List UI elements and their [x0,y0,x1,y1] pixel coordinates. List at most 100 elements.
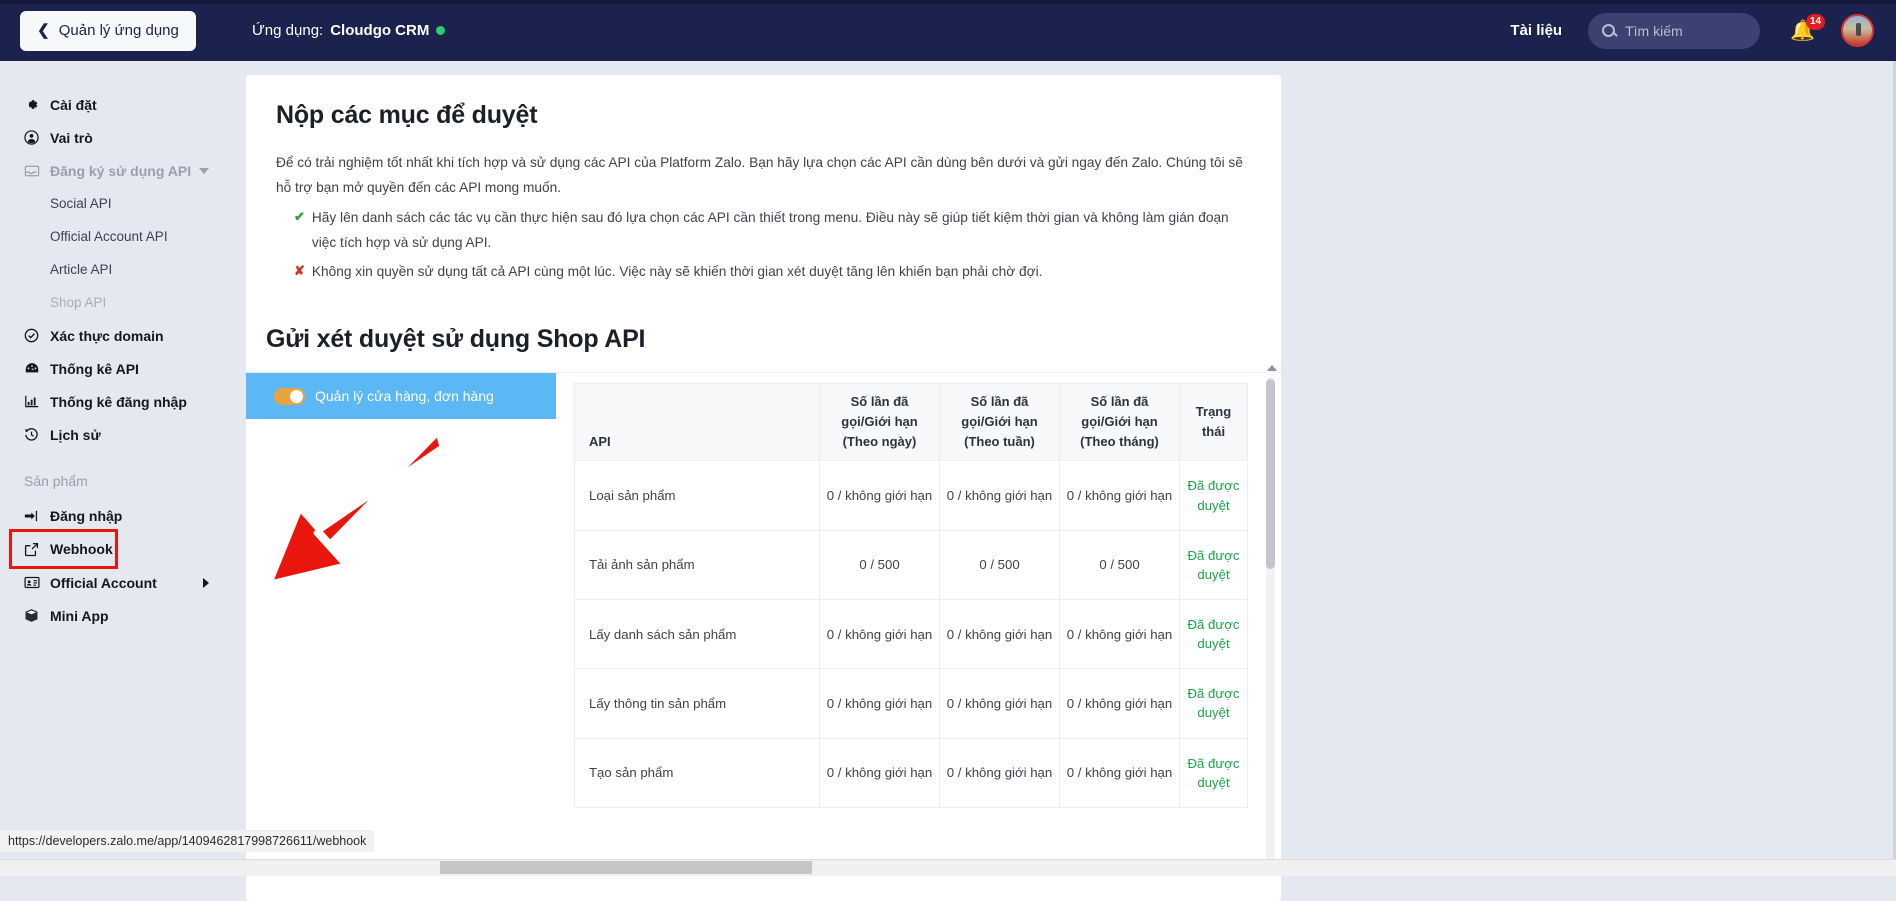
cell-weekly: 0 / 500 [940,530,1060,599]
top-bar: ❮ Quản lý ứng dụng Ứng dụng: Cloudgo CRM… [0,0,1896,61]
app-name: Cloudgo CRM [330,22,429,39]
horizontal-scrollbar-thumb[interactable] [440,861,812,874]
cell-weekly: 0 / không giới hạn [940,669,1060,738]
sidebar-section-label: Sản phẩm [0,473,245,489]
sidebar-item-domain-verification[interactable]: Xác thực domain [0,319,245,352]
sidebar-item-label: Official Account [50,575,157,591]
column-header-daily-limit: Số lần đã gọi/Giới hạn (Theo ngày) [820,384,940,461]
app-status-dot-icon [436,26,445,35]
cell-monthly: 0 / 500 [1060,530,1180,599]
cell-api-name: Loại sản phẩm [575,461,820,530]
cell-weekly: 0 / không giới hạn [940,461,1060,530]
column-header-status: Trạng thái [1180,384,1248,461]
sidebar-item-login-statistics[interactable]: Thống kê đăng nhập [0,385,245,418]
cell-monthly: 0 / không giới hạn [1060,599,1180,668]
status-badge: Đã được duyệt [1180,461,1248,530]
cell-api-name: Tải ảnh sản phẩm [575,530,820,599]
column-header-api-line1: API [589,432,813,452]
tip-negative: ✘ Không xin quyền sử dụng tất cả API cùn… [276,259,1251,284]
submit-for-review-card: Nộp các mục để duyệt Để có trải nghiệm t… [246,75,1281,309]
column-header-daily-line3: (Theo ngày) [826,432,933,452]
sidebar-item-api-registration[interactable]: Đăng ký sử dụng API [0,154,245,187]
api-table-container: API Số lần đã gọi/Giới hạn (Theo ngày) S… [556,373,1281,882]
sidebar-item-label: Đăng nhập [50,508,122,524]
cell-monthly: 0 / không giới hạn [1060,461,1180,530]
scope-item-store-order-management[interactable]: Quản lý cửa hàng, đơn hàng [246,373,556,419]
scope-list: Quản lý cửa hàng, đơn hàng [246,373,556,882]
notifications-button[interactable]: 🔔 14 [1790,21,1815,41]
horizontal-scrollbar-track[interactable] [0,859,1896,876]
sidebar-item-label: Mini App [50,608,109,624]
sidebar-item-social-api[interactable]: Social API [0,187,245,220]
main-content: Nộp các mục để duyệt Để có trải nghiệm t… [245,61,1896,876]
cell-daily: 0 / không giới hạn [820,599,940,668]
cross-mark-icon: ✘ [294,259,305,284]
app-title: Ứng dụng: Cloudgo CRM [252,22,445,39]
cell-api-name: Lấy thông tin sản phẩm [575,669,820,738]
table-row: Tạo sản phẩm 0 / không giới hạn 0 / khôn… [575,738,1248,807]
chevron-down-icon[interactable] [199,168,209,174]
scope-item-label: Quản lý cửa hàng, đơn hàng [315,388,494,404]
cell-daily: 0 / 500 [820,530,940,599]
sidebar-item-article-api[interactable]: Article API [0,253,245,286]
documentation-link[interactable]: Tài liệu [1510,22,1562,39]
chevron-right-icon[interactable] [203,578,209,588]
external-link-icon [24,542,50,557]
sidebar-item-label: Thống kê API [50,361,139,377]
tip-positive-text: Hãy lên danh sách các tác vụ cần thực hi… [312,205,1251,256]
gear-icon [24,97,50,112]
tip-positive: ✔ Hãy lên danh sách các tác vụ cần thực … [276,205,1251,256]
intro-paragraph: Để có trải nghiệm tốt nhất khi tích hợp … [276,150,1251,201]
tip-negative-text: Không xin quyền sử dụng tất cả API cùng … [312,259,1043,284]
cell-weekly: 0 / không giới hạn [940,599,1060,668]
sidebar-item-settings[interactable]: Cài đặt [0,88,245,121]
section-title: Gửi xét duyệt sử dụng Shop API [266,325,1281,354]
table-header-row: API Số lần đã gọi/Giới hạn (Theo ngày) S… [575,384,1248,461]
table-row: Lấy danh sách sản phẩm 0 / không giới hạ… [575,599,1248,668]
column-header-daily-line2: gọi/Giới hạn [826,412,933,432]
cell-api-name: Lấy danh sách sản phẩm [575,599,820,668]
sidebar-item-shop-api[interactable]: Shop API [0,286,245,319]
status-badge: Đã được duyệt [1180,738,1248,807]
page-title: Nộp các mục để duyệt [276,101,1251,130]
cell-daily: 0 / không giới hạn [820,461,940,530]
sidebar-item-official-account[interactable]: Official Account [0,566,245,599]
scroll-up-arrow-icon[interactable] [1267,365,1277,371]
sidebar-item-api-statistics[interactable]: Thống kê API [0,352,245,385]
sidebar-item-history[interactable]: Lịch sử [0,418,245,451]
login-icon [24,509,50,523]
sidebar-subitem-label: Official Account API [50,229,168,244]
sidebar-item-mini-app[interactable]: Mini App [0,599,245,632]
history-icon [24,427,50,442]
sidebar-item-official-account-api[interactable]: Official Account API [0,220,245,253]
back-to-app-management-button[interactable]: ❮ Quản lý ứng dụng [20,11,196,51]
search-icon [1602,24,1615,37]
user-circle-icon [24,130,50,145]
api-limits-table: API Số lần đã gọi/Giới hạn (Theo ngày) S… [574,383,1248,808]
sidebar: Cài đặt Vai trò Đăng ký sử dụng API Soci… [0,61,245,876]
check-circle-icon [24,328,50,343]
toggle-switch[interactable] [274,388,305,405]
column-header-monthly-line1: Số lần đã [1066,392,1173,412]
sidebar-item-label: Thống kê đăng nhập [50,394,187,410]
notification-count-badge: 14 [1806,14,1825,30]
shop-api-review-card: Gửi xét duyệt sử dụng Shop API Quản lý c… [246,301,1281,901]
column-header-weekly-line3: (Theo tuần) [946,432,1053,452]
sidebar-item-roles[interactable]: Vai trò [0,121,245,154]
status-badge: Đã được duyệt [1180,599,1248,668]
top-bar-right: Tài liệu Tìm kiếm 🔔 14 [1510,13,1896,49]
cell-api-name: Tạo sản phẩm [575,738,820,807]
table-scrollbar-thumb[interactable] [1266,379,1275,569]
sidebar-item-webhook[interactable]: Webhook [12,532,115,566]
table-row: Lấy thông tin sản phẩm 0 / không giới hạ… [575,669,1248,738]
search-placeholder: Tìm kiếm [1625,23,1683,39]
cell-monthly: 0 / không giới hạn [1060,738,1180,807]
table-row: Loại sản phẩm 0 / không giới hạn 0 / khô… [575,461,1248,530]
avatar[interactable] [1841,14,1874,47]
scope-and-table-panel: Quản lý cửa hàng, đơn hàng API Số lần đã… [246,372,1281,882]
app-title-prefix: Ứng dụng: [252,22,323,39]
column-header-monthly-line2: gọi/Giới hạn [1066,412,1173,432]
sidebar-item-login[interactable]: Đăng nhập [0,499,245,532]
search-input[interactable]: Tìm kiếm [1588,13,1760,49]
back-button-label: Quản lý ứng dụng [59,22,179,39]
